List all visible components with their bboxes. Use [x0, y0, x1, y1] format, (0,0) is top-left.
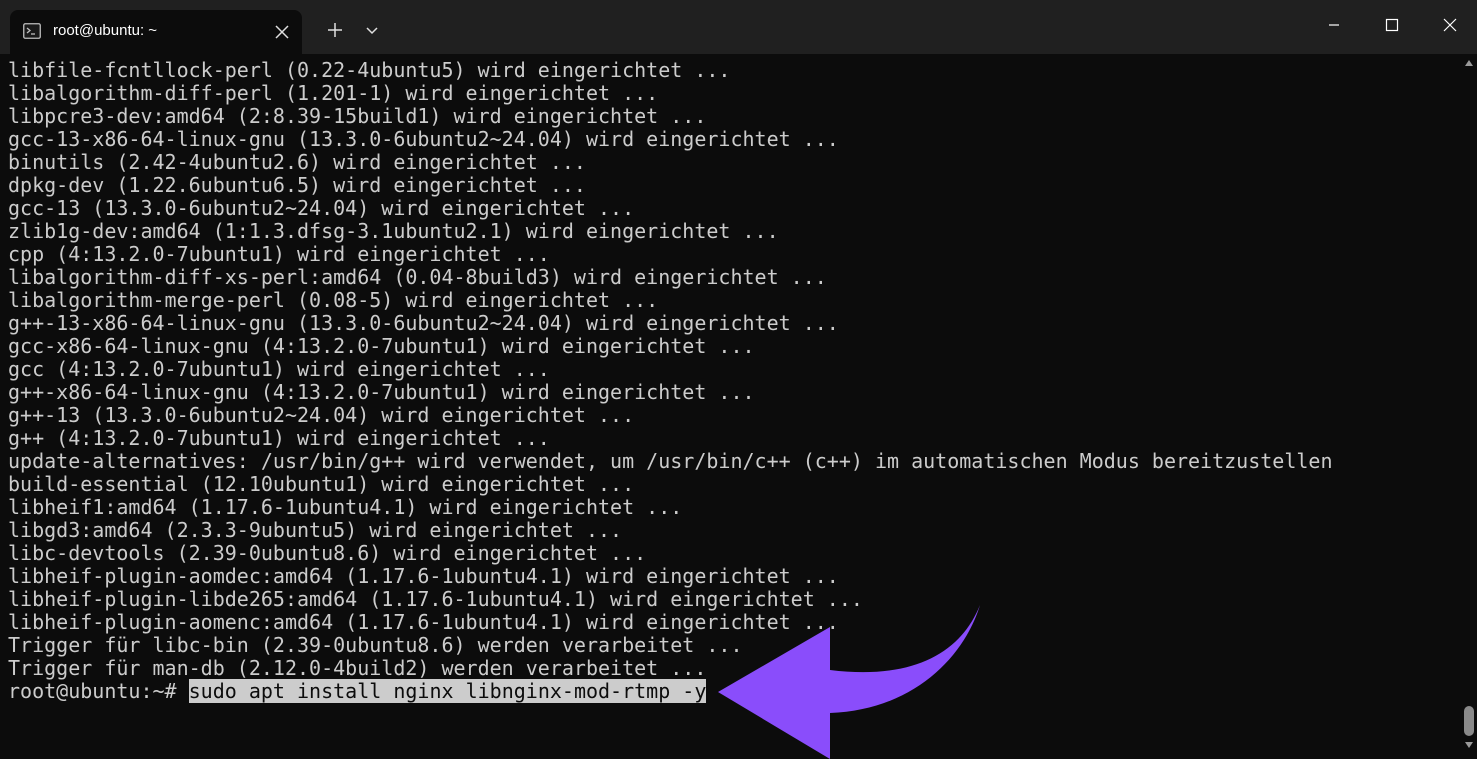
terminal-line: libfile-fcntllock-perl (0.22-4ubuntu5) w… [8, 58, 731, 82]
scrollbar-thumb[interactable] [1464, 706, 1474, 736]
terminal-line: g++-13 (13.3.0-6ubuntu2~24.04) wird eing… [8, 403, 635, 427]
scroll-up-arrow-icon[interactable] [1465, 60, 1473, 66]
terminal-line: libgd3:amd64 (2.3.3-9ubuntu5) wird einge… [8, 518, 623, 542]
terminal-line: libheif-plugin-aomdec:amd64 (1.17.6-1ubu… [8, 564, 839, 588]
selected-command[interactable]: sudo apt install nginx libnginx-mod-rtmp… [188, 679, 707, 703]
terminal-line: gcc-13 (13.3.0-6ubuntu2~24.04) wird eing… [8, 196, 635, 220]
terminal-line: libheif1:amd64 (1.17.6-1ubuntu4.1) wird … [8, 495, 683, 519]
terminal-icon [23, 23, 41, 39]
terminal-line: Trigger für man-db (2.12.0-4build2) werd… [8, 656, 707, 680]
close-icon[interactable] [272, 22, 292, 42]
terminal-line: libalgorithm-diff-xs-perl:amd64 (0.04-8b… [8, 265, 827, 289]
terminal-line: zlib1g-dev:amd64 (1:1.3.dfsg-3.1ubuntu2.… [8, 219, 779, 243]
terminal-line: gcc (4:13.2.0-7ubuntu1) wird eingerichte… [8, 357, 550, 381]
terminal-line: g++-x86-64-linux-gnu (4:13.2.0-7ubuntu1)… [8, 380, 755, 404]
prompt-line: root@ubuntu:~# sudo apt install nginx li… [8, 679, 707, 703]
plus-icon[interactable] [321, 16, 349, 44]
terminal-line: gcc-x86-64-linux-gnu (4:13.2.0-7ubuntu1)… [8, 334, 755, 358]
curved-arrow-icon [718, 605, 980, 759]
vertical-scrollbar[interactable] [1461, 54, 1477, 759]
tab-title: root@ubuntu: ~ [53, 22, 158, 39]
terminal-line: libalgorithm-diff-perl (1.201-1) wird ei… [8, 81, 659, 105]
terminal-line: libpcre3-dev:amd64 (2:8.39-15build1) wir… [8, 104, 707, 128]
terminal-line: g++-13-x86-64-linux-gnu (13.3.0-6ubuntu2… [8, 311, 839, 335]
terminal-line: update-alternatives: /usr/bin/g++ wird v… [8, 449, 1333, 473]
terminal-line: gcc-13-x86-64-linux-gnu (13.3.0-6ubuntu2… [8, 127, 839, 151]
terminal-line: binutils (2.42-4ubuntu2.6) wird eingeric… [8, 150, 586, 174]
terminal-line: dpkg-dev (1.22.6ubuntu6.5) wird eingeric… [8, 173, 586, 197]
maximize-icon[interactable] [1372, 10, 1412, 40]
terminal-line: cpp (4:13.2.0-7ubuntu1) wird eingerichte… [8, 242, 550, 266]
terminal-window: root@ubuntu: ~ libfile-fcntllock-perl (0… [0, 0, 1477, 759]
title-bar: root@ubuntu: ~ [0, 0, 1477, 54]
tab-terminal[interactable]: root@ubuntu: ~ [10, 10, 302, 54]
minimize-icon[interactable] [1314, 10, 1354, 40]
chevron-down-icon[interactable] [358, 18, 386, 42]
terminal-line: g++ (4:13.2.0-7ubuntu1) wird eingerichte… [8, 426, 550, 450]
shell-prompt: root@ubuntu:~# [8, 679, 189, 703]
terminal-line: build-essential (12.10ubuntu1) wird eing… [8, 472, 635, 496]
terminal-line: libc-devtools (2.39-0ubuntu8.6) wird ein… [8, 541, 647, 565]
terminal-line: libalgorithm-merge-perl (0.08-5) wird ei… [8, 288, 659, 312]
close-icon[interactable] [1430, 10, 1470, 40]
terminal-line: Trigger für libc-bin (2.39-0ubuntu8.6) w… [8, 633, 743, 657]
scroll-down-arrow-icon[interactable] [1465, 742, 1473, 748]
